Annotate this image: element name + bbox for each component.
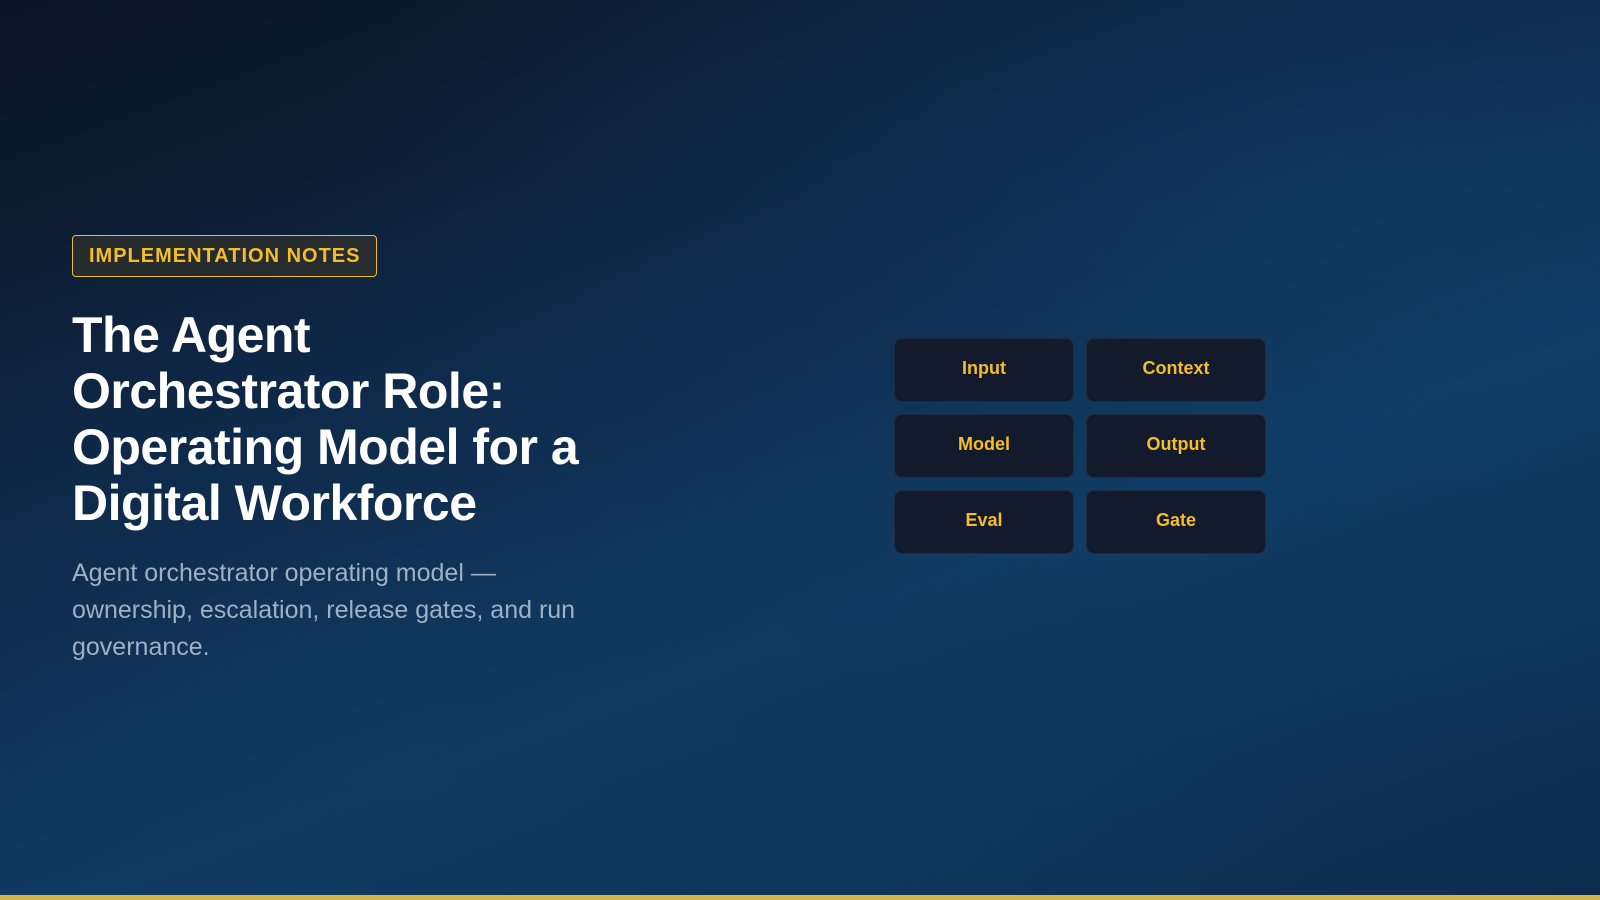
page-title: The Agent Orchestrator Role: Operating M… — [72, 307, 579, 531]
category-badge: IMPLEMENTATION NOTES — [72, 235, 378, 277]
tile-eval: Eval — [894, 490, 1074, 554]
tile-context: Context — [1086, 338, 1266, 402]
tile-input: Input — [894, 338, 1074, 402]
bottom-accent-bar — [0, 895, 1600, 900]
page-subtitle: Agent orchestrator operating model — own… — [72, 559, 576, 661]
tile-output: Output — [1086, 414, 1266, 478]
tile-model: Model — [894, 414, 1074, 478]
intro-panel: IMPLEMENTATION NOTES The Agent Orchestra… — [72, 235, 602, 666]
slide: IMPLEMENTATION NOTES The Agent Orchestra… — [0, 0, 1600, 900]
tile-gate: Gate — [1086, 490, 1266, 554]
pipeline-grid: Input Context Model Output Eval Gate — [894, 338, 1266, 554]
